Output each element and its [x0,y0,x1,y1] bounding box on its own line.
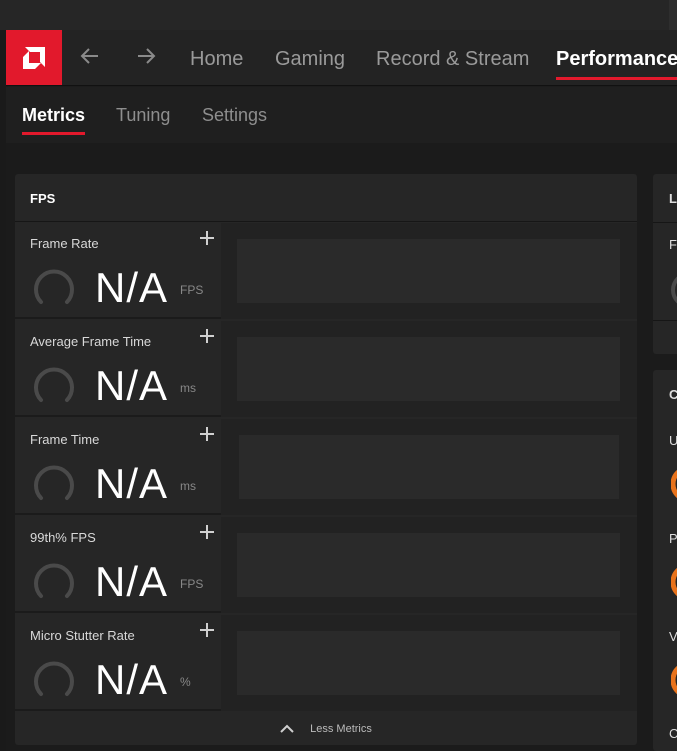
plus-icon[interactable] [200,231,214,245]
side-panel-title: L [669,191,677,206]
tab-home[interactable]: Home [190,48,243,71]
side-panel-item-label: F [669,237,677,252]
metric-value: N/A [95,264,169,311]
metric-value: N/A [95,362,169,409]
divider [653,320,677,321]
metrics-content: FPS Frame Rate N/A FPS Average Frame Tim… [6,143,677,751]
metric-unit: FPS [180,283,204,297]
metric-unit: ms [180,479,196,493]
side-panel-top: L F [653,174,677,354]
plus-icon[interactable] [200,427,214,441]
metric-title: 99th% FPS [30,530,96,545]
metric-graph [221,321,637,417]
gauge-icon [671,470,677,498]
side-panel-item-label: V [669,629,677,644]
side-panel-title: C [669,387,677,402]
plus-icon[interactable] [200,623,214,637]
metric-unit: ms [180,381,196,395]
metric-summary: Micro Stutter Rate N/A % [15,615,221,711]
fps-panel-title: FPS [15,174,637,222]
gauge-icon [34,465,74,500]
tab-record-stream[interactable]: Record & Stream [376,48,529,71]
subtab-tuning[interactable]: Tuning [116,105,170,126]
tab-performance[interactable]: Performance [556,48,677,80]
graph-plot-area [237,533,620,597]
gauge-icon [671,568,677,596]
metric-summary: Average Frame Time N/A ms [15,321,221,417]
graph-plot-area [239,435,619,499]
plus-icon[interactable] [200,525,214,539]
amd-logo-icon[interactable] [6,30,62,85]
metric-graph [221,419,637,515]
top-navigation: Home Gaming Record & Stream Performance [6,30,677,86]
side-panel-item-label: P [669,531,677,546]
tab-gaming[interactable]: Gaming [275,48,345,71]
subtab-settings[interactable]: Settings [202,105,267,126]
metric-value: N/A [95,656,169,703]
metric-graph [221,517,637,613]
subtab-metrics[interactable]: Metrics [22,105,86,135]
arrow-right-icon[interactable] [134,44,158,68]
graph-plot-area [237,239,620,303]
plus-icon[interactable] [200,329,214,343]
metric-title: Micro Stutter Rate [30,628,135,643]
divider [653,222,677,223]
chevron-up-icon [280,724,294,733]
gauge-icon [34,269,74,304]
gauge-icon [671,666,677,694]
metric-row: Frame Rate N/A FPS [15,223,637,319]
metric-summary: 99th% FPS N/A FPS [15,517,221,613]
gauge-icon [34,367,74,402]
gauge-icon [34,563,74,598]
metric-row: Average Frame Time N/A ms [15,321,637,417]
less-metrics-button[interactable]: Less Metrics [15,712,637,745]
gauge-icon [671,276,677,304]
metric-unit: FPS [180,577,204,591]
metric-unit: % [180,675,191,689]
metric-row: Micro Stutter Rate N/A % [15,615,637,711]
gauge-icon [34,661,74,696]
metric-graph [221,223,637,319]
metric-row: 99th% FPS N/A FPS [15,517,637,613]
sub-navigation: Metrics Tuning Settings [6,87,677,143]
graph-plot-area [237,631,620,695]
fps-panel: FPS Frame Rate N/A FPS Average Frame Tim… [15,174,637,745]
metric-title: Frame Rate [30,236,99,251]
metric-value: N/A [95,558,169,605]
metric-title: Average Frame Time [30,334,152,349]
title-bar-edge [669,0,677,30]
side-panel-bottom: C U P V C [653,370,677,751]
title-bar[interactable] [0,0,677,30]
metric-summary: Frame Time N/A ms [15,419,221,515]
graph-plot-area [237,337,620,401]
less-metrics-label: Less Metrics [310,722,372,735]
metric-title: Frame Time [30,432,100,447]
side-panel-item-label: C [669,726,677,741]
metric-summary: Frame Rate N/A FPS [15,223,221,319]
arrow-left-icon[interactable] [78,44,102,68]
metric-graph [221,615,637,711]
metric-row: Frame Time N/A ms [15,419,637,515]
metric-value: N/A [95,460,169,507]
side-panel-item-label: U [669,433,677,448]
